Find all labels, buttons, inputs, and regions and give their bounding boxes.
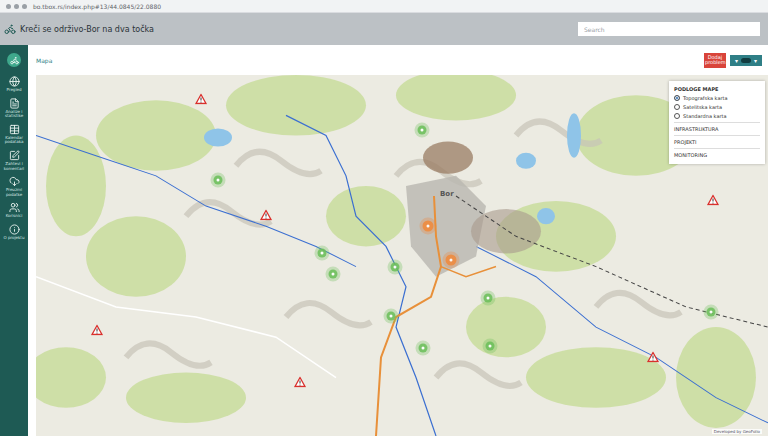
url-field[interactable]: bo.tbox.rs/index.php#13/44.0845/22.0880 — [33, 3, 161, 10]
browser-bar: bo.tbox.rs/index.php#13/44.0845/22.0880 — [0, 0, 768, 13]
sidebar-item[interactable]: Kalendar podataka — [0, 124, 28, 145]
point-marker[interactable] — [329, 270, 338, 279]
point-marker[interactable] — [318, 249, 327, 258]
sidebar-item[interactable]: Korisnici — [0, 202, 28, 219]
app: bo.tbox.rs/index.php#13/44.0845/22.0880 K… — [0, 0, 768, 436]
top-row: Mapa Dodaj problem ▾▾ — [28, 45, 768, 75]
sidebar-item-icon — [9, 98, 20, 109]
filter-pill — [741, 58, 751, 63]
main: Mapa Dodaj problem ▾▾ Bor PODLOGE MAPE Topogr… — [28, 45, 768, 436]
sidebar-item-icon — [9, 150, 20, 161]
cluster-marker[interactable] — [423, 221, 434, 232]
sidebar-label: O projektu — [3, 236, 26, 241]
actions: Dodaj problem ▾▾ — [704, 53, 762, 68]
sidebar-label: Preuzmi podatke — [0, 188, 28, 197]
layer-section[interactable]: PROJEKTI — [674, 135, 760, 145]
sidebar-item-icon — [9, 224, 20, 235]
point-marker[interactable] — [387, 312, 396, 321]
sidebar-label: Zahtevi i komentari — [0, 162, 28, 171]
logo-icon — [7, 53, 21, 67]
sidebar-item[interactable]: Pregled — [0, 76, 28, 93]
warning-icon[interactable] — [294, 377, 306, 388]
basemap-option[interactable]: Topografska karta — [674, 95, 760, 101]
warning-icon[interactable] — [260, 210, 272, 221]
map-background[interactable] — [36, 75, 768, 436]
map[interactable]: Bor PODLOGE MAPE Topografska karta Satelits… — [36, 75, 768, 436]
basemap-option[interactable]: Satelitska karta — [674, 104, 760, 110]
brand: Kreči se održivo-Bor na dva točka — [4, 23, 154, 35]
radio[interactable] — [674, 95, 680, 101]
radio[interactable] — [674, 104, 680, 110]
point-marker[interactable] — [486, 342, 495, 351]
town-label: Bor — [440, 190, 454, 198]
point-marker[interactable] — [391, 263, 400, 272]
point-marker[interactable] — [419, 344, 428, 353]
radio[interactable] — [674, 113, 680, 119]
sidebar-item[interactable]: Zahtevi i komentari — [0, 150, 28, 171]
sidebar: Pregled Analize i statistike Kalendar poda… — [0, 45, 28, 436]
layer-section[interactable]: INFRASTRUKTURA — [674, 122, 760, 132]
warning-icon[interactable] — [647, 352, 659, 363]
point-marker[interactable] — [418, 126, 427, 135]
body: Pregled Analize i statistike Kalendar poda… — [0, 45, 768, 436]
warning-icon[interactable] — [195, 94, 207, 105]
point-marker[interactable] — [214, 176, 223, 185]
sidebar-label: Analize i statistike — [0, 110, 28, 119]
panel-title: PODLOGE MAPE — [674, 86, 760, 92]
sidebar-item-icon — [9, 124, 20, 135]
sidebar-label: Kalendar podataka — [0, 136, 28, 145]
sidebar-item[interactable]: O projektu — [0, 224, 28, 241]
point-marker[interactable] — [707, 308, 716, 317]
filter-button[interactable]: ▾▾ — [730, 55, 762, 66]
bike-icon — [4, 23, 16, 35]
sidebar-item-icon — [9, 202, 20, 213]
sidebar-item-icon — [9, 76, 20, 87]
add-problem-button[interactable]: Dodaj problem — [704, 53, 726, 68]
layer-section[interactable]: MONITORING — [674, 148, 760, 158]
sidebar-label: Pregled — [5, 88, 22, 93]
breadcrumb[interactable]: Mapa — [36, 57, 52, 64]
nav-icon[interactable] — [6, 4, 27, 9]
sidebar-item-icon — [9, 176, 20, 187]
layers-panel: PODLOGE MAPE Topografska karta Satelitska … — [669, 81, 765, 164]
sidebar-item[interactable]: Analize i statistike — [0, 98, 28, 119]
basemap-option[interactable]: Standardna karta — [674, 113, 760, 119]
header: Kreči se održivo-Bor na dva točka — [0, 13, 768, 45]
cluster-marker[interactable] — [446, 255, 457, 266]
point-marker[interactable] — [484, 294, 493, 303]
warning-icon[interactable] — [91, 325, 103, 336]
warning-icon[interactable] — [707, 195, 719, 206]
app-title: Kreči se održivo-Bor na dva točka — [20, 25, 154, 34]
attribution: Developed by GeoFolio — [712, 429, 762, 434]
sidebar-item[interactable]: Preuzmi podatke — [0, 176, 28, 197]
sidebar-label: Korisnici — [5, 214, 24, 219]
search-field[interactable] — [578, 22, 760, 36]
